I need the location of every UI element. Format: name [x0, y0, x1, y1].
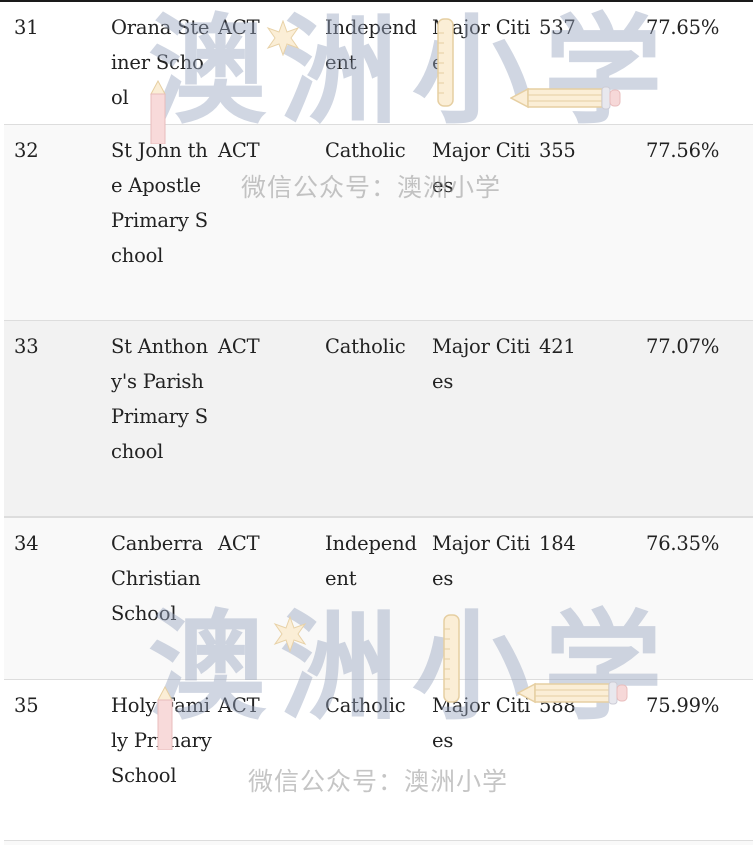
- table-row: 34 Canberra Christian School ACT Indepen…: [4, 518, 753, 680]
- enrolment-cell: 421: [539, 335, 576, 358]
- state-cell: ACT: [218, 694, 260, 717]
- location-cell: Major Cities: [432, 335, 531, 393]
- sector-cell: Independent: [325, 532, 417, 590]
- enrolment-cell: 588: [539, 694, 576, 717]
- sector-cell: Catholic: [325, 139, 406, 162]
- school-ranking-table: 31 Orana Steiner School ACT Independent …: [4, 2, 753, 841]
- location-cell: Major Cities: [432, 139, 531, 197]
- score-cell: 77.65%: [646, 16, 720, 39]
- score-cell: 75.99%: [646, 694, 720, 717]
- sector-cell: Catholic: [325, 335, 406, 358]
- rank-cell: 35: [14, 694, 39, 717]
- state-cell: ACT: [218, 532, 260, 555]
- location-cell: Major Cities: [432, 16, 531, 74]
- rank-cell: 32: [14, 139, 39, 162]
- school-name-cell: Orana Steiner School: [111, 16, 210, 109]
- school-name-cell: St John the Apostle Primary School: [111, 139, 208, 267]
- state-cell: ACT: [218, 139, 260, 162]
- enrolment-cell: 184: [539, 532, 576, 555]
- score-cell: 77.07%: [646, 335, 720, 358]
- score-cell: 77.56%: [646, 139, 720, 162]
- enrolment-cell: 355: [539, 139, 576, 162]
- table-row: 31 Orana Steiner School ACT Independent …: [4, 2, 753, 125]
- sector-cell: Independent: [325, 16, 417, 74]
- location-cell: Major Cities: [432, 532, 531, 590]
- table-row: 35 Holy Family Primary School ACT Cathol…: [4, 680, 753, 841]
- school-name-cell: Holy Family Primary School: [111, 694, 212, 787]
- school-name-cell: St Anthony's Parish Primary School: [111, 335, 208, 463]
- score-cell: 76.35%: [646, 532, 720, 555]
- table-row: 33 St Anthony's Parish Primary School AC…: [4, 321, 753, 518]
- school-name-cell: Canberra Christian School: [111, 532, 203, 625]
- state-cell: ACT: [218, 335, 260, 358]
- location-cell: Major Cities: [432, 694, 531, 752]
- table-row: 32 St John the Apostle Primary School AC…: [4, 125, 753, 321]
- next-row-strip: [4, 841, 753, 845]
- state-cell: ACT: [218, 16, 260, 39]
- rank-cell: 33: [14, 335, 39, 358]
- sector-cell: Catholic: [325, 694, 406, 717]
- rank-cell: 31: [14, 16, 39, 39]
- rank-cell: 34: [14, 532, 39, 555]
- enrolment-cell: 537: [539, 16, 576, 39]
